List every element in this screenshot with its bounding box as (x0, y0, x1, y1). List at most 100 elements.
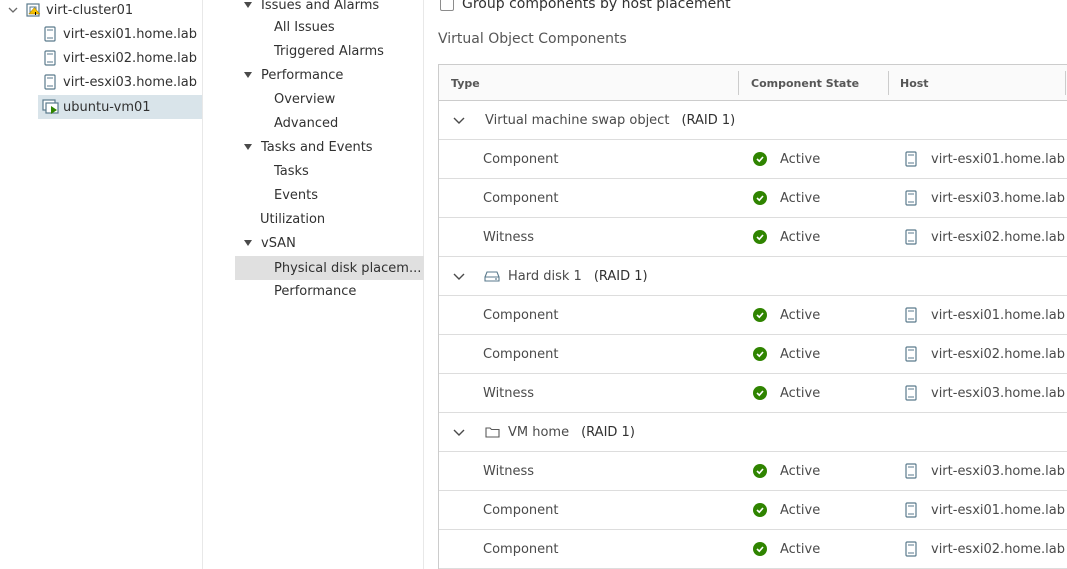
host-link[interactable]: virt-esxi03.home.lab (931, 191, 1065, 206)
group-row[interactable]: VM home (RAID 1) (439, 413, 1067, 452)
cluster-warning-icon (26, 2, 42, 18)
section-title: Virtual Object Components (438, 31, 627, 47)
nav-item-events[interactable]: Events (235, 183, 424, 207)
nav-item-label: Advanced (274, 115, 339, 131)
table-row[interactable]: Component Active virt-esxi01.home.lab (439, 296, 1067, 335)
type-cell: Witness (483, 229, 535, 245)
nav-group-vsan[interactable]: vSAN (235, 231, 424, 255)
nav-group-tasks-and-events[interactable]: Tasks and Events (235, 135, 424, 159)
chevron-down-icon[interactable] (453, 114, 465, 126)
column-header-host[interactable]: Host (900, 65, 929, 101)
column-separator[interactable] (1065, 71, 1066, 95)
table-row[interactable]: Component Active virt-esxi01.home.lab (439, 140, 1067, 179)
table-row[interactable]: Witness Active virt-esxi02.home.lab (439, 218, 1067, 257)
type-cell: Witness (483, 385, 535, 401)
state-label: Active (780, 463, 821, 479)
type-cell: Component (483, 151, 559, 167)
nav-item-label: Events (274, 187, 319, 203)
nav-item-label: vSAN (261, 235, 296, 251)
check-circle-icon (753, 347, 767, 361)
column-separator[interactable] (888, 71, 889, 95)
tree-item-cluster[interactable]: virt-cluster01 (6, 0, 203, 22)
group-by-host-option[interactable]: Group components by host placement (440, 0, 731, 12)
host-icon (44, 74, 56, 90)
tree-item-label: virt-esxi03.home.lab (63, 74, 198, 90)
host-link[interactable]: virt-esxi02.home.lab (931, 230, 1065, 245)
type-cell: Component (483, 502, 559, 518)
chevron-down-icon[interactable] (6, 3, 20, 17)
column-separator[interactable] (738, 71, 739, 95)
table-row[interactable]: Component Active virt-esxi01.home.lab (439, 491, 1067, 530)
host-icon (905, 229, 917, 245)
type-cell: Component (483, 307, 559, 323)
group-row[interactable]: Virtual machine swap object (RAID 1) (439, 101, 1067, 140)
main-content: Group components by host placement Virtu… (425, 0, 1067, 569)
state-label: Active (780, 346, 821, 362)
host-link[interactable]: virt-esxi02.home.lab (931, 542, 1065, 557)
tree-item-host-esxi02[interactable]: virt-esxi02.home.lab (44, 46, 203, 70)
host-link[interactable]: virt-esxi03.home.lab (931, 464, 1065, 479)
group-row[interactable]: Hard disk 1 (RAID 1) (439, 257, 1067, 296)
table-row[interactable]: Component Active virt-esxi02.home.lab (439, 530, 1067, 569)
tree-item-host-esxi03[interactable]: virt-esxi03.home.lab (44, 70, 203, 94)
group-by-host-checkbox[interactable] (440, 0, 454, 11)
host-icon (905, 307, 917, 323)
table-row[interactable]: Component Active virt-esxi03.home.lab (439, 179, 1067, 218)
host-icon (44, 50, 56, 66)
nav-item-utilization[interactable]: Utilization (235, 207, 424, 231)
group-name: Virtual machine swap object (485, 112, 670, 128)
check-circle-icon (753, 308, 767, 322)
nav-item-label: Performance (261, 67, 344, 83)
tree-item-host-esxi01[interactable]: virt-esxi01.home.lab (44, 22, 203, 46)
components-grid: Type Component State Host Virtual machin… (438, 64, 1067, 569)
grid-header: Type Component State Host (439, 65, 1067, 101)
group-name: VM home (508, 424, 570, 440)
host-link[interactable]: virt-esxi03.home.lab (931, 386, 1065, 401)
host-icon (905, 346, 917, 362)
nav-item-all-issues[interactable]: All Issues (235, 15, 424, 39)
raid-label: (RAID 1) (593, 268, 648, 284)
table-row[interactable]: Witness Active virt-esxi03.home.lab (439, 452, 1067, 491)
check-circle-icon (753, 386, 767, 400)
host-link[interactable]: virt-esxi01.home.lab (931, 308, 1065, 323)
host-link[interactable]: virt-esxi01.home.lab (931, 152, 1065, 167)
nav-item-label: Physical disk placem... (274, 260, 422, 276)
check-circle-icon (753, 230, 767, 244)
column-header-type[interactable]: Type (451, 65, 480, 101)
type-cell: Component (483, 346, 559, 362)
nav-group-performance[interactable]: Performance (235, 63, 424, 87)
state-label: Active (780, 190, 821, 206)
vm-running-icon (42, 99, 60, 115)
host-link[interactable]: virt-esxi02.home.lab (931, 347, 1065, 362)
type-cell: Witness (483, 463, 535, 479)
hard-disk-icon (484, 270, 500, 282)
chevron-down-icon[interactable] (453, 270, 465, 282)
host-icon (905, 190, 917, 206)
host-icon (905, 541, 917, 557)
inventory-tree: virt-cluster01 virt-esxi01.home.lab virt… (0, 0, 203, 569)
nav-item-label: Performance (274, 283, 357, 299)
panel-gutter (204, 0, 235, 569)
nav-item-triggered-alarms[interactable]: Triggered Alarms (235, 39, 424, 63)
column-header-component-state[interactable]: Component State (751, 65, 859, 101)
raid-label: (RAID 1) (681, 112, 736, 128)
nav-item-label: All Issues (274, 19, 335, 35)
chevron-down-icon[interactable] (453, 426, 465, 438)
table-row[interactable]: Component Active virt-esxi02.home.lab (439, 335, 1067, 374)
nav-item-vsan-performance[interactable]: Performance (235, 279, 424, 303)
state-label: Active (780, 502, 821, 518)
host-icon (905, 151, 917, 167)
nav-item-tasks[interactable]: Tasks (235, 159, 424, 183)
host-icon (905, 385, 917, 401)
type-cell: Component (483, 541, 559, 557)
table-row[interactable]: Witness Active virt-esxi03.home.lab (439, 374, 1067, 413)
monitor-nav: Issues and Alarms All Issues Triggered A… (235, 0, 424, 569)
host-icon (905, 502, 917, 518)
tree-item-vm-ubuntu[interactable]: ubuntu-vm01 (38, 95, 202, 119)
host-link[interactable]: virt-esxi01.home.lab (931, 503, 1065, 518)
host-icon (44, 26, 56, 42)
nav-item-overview[interactable]: Overview (235, 87, 424, 111)
nav-item-advanced[interactable]: Advanced (235, 111, 424, 135)
nav-item-physical-disk-placement[interactable]: Physical disk placem... (235, 256, 424, 280)
nav-item-label: Issues and Alarms (261, 0, 380, 13)
